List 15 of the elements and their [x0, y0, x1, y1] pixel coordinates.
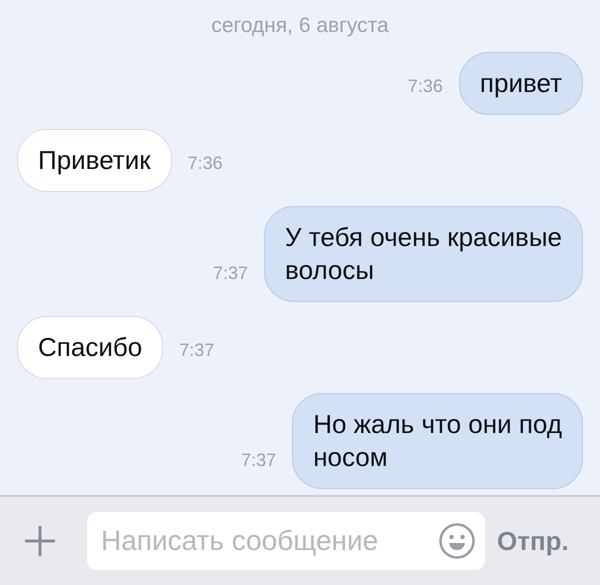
- outgoing-message-bubble: привет: [458, 52, 583, 115]
- send-button[interactable]: Отпр.: [497, 526, 569, 556]
- incoming-message-bubble: Спасибо: [17, 316, 164, 379]
- outgoing-message-bubble: Но жаль что они под носом: [292, 393, 583, 489]
- message-time: 7:37: [213, 263, 248, 284]
- message-input-field[interactable]: Написать сообщение: [87, 512, 485, 570]
- incoming-message-bubble: Приветик: [17, 129, 172, 192]
- smiley-icon[interactable]: [438, 522, 476, 560]
- plus-icon[interactable]: [23, 524, 57, 558]
- date-separator: сегодня, 6 августа: [211, 14, 389, 38]
- message-time: 7:37: [241, 450, 276, 471]
- outgoing-message-bubble: У тебя очень красивые волосы: [264, 206, 583, 302]
- message-time: 7:37: [179, 340, 214, 361]
- message-time: 7:36: [408, 76, 443, 97]
- message-time: 7:36: [188, 153, 223, 174]
